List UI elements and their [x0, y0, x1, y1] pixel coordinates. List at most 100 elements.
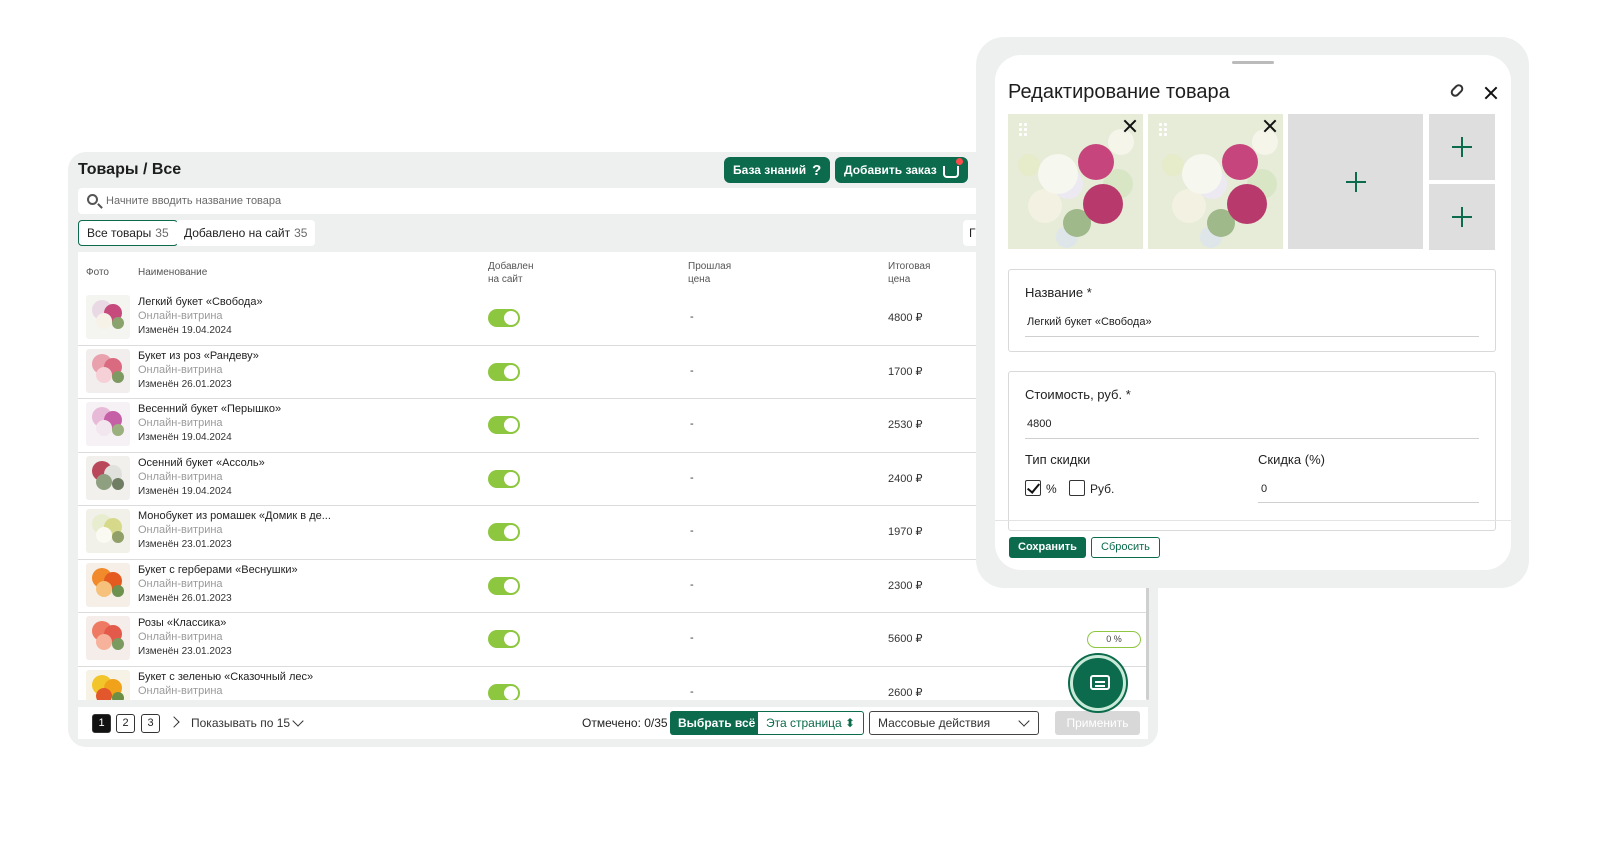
- old-price: -: [690, 578, 694, 591]
- product-modified-date: Изменён 19.04.2024: [138, 325, 232, 336]
- product-thumbnail[interactable]: [86, 669, 130, 700]
- chevron-down-icon[interactable]: [292, 715, 304, 727]
- on-site-toggle[interactable]: [488, 416, 520, 434]
- search-icon: [87, 194, 98, 205]
- close-icon[interactable]: [1262, 118, 1278, 134]
- filter-count: 35: [294, 226, 308, 240]
- per-page-select[interactable]: Показывать по 15: [191, 716, 290, 730]
- column-header-added-line1: Добавлен: [488, 261, 534, 272]
- product-name[interactable]: Букет из роз «Рандеву»: [138, 350, 259, 362]
- plus-icon: [1452, 137, 1472, 157]
- product-name[interactable]: Весенний букет «Перышко»: [138, 403, 281, 415]
- name-label: Название *: [1025, 285, 1092, 300]
- table-scrollbar[interactable]: [1146, 580, 1149, 700]
- column-header-added-line2: на сайт: [488, 274, 523, 285]
- on-site-toggle[interactable]: [488, 362, 520, 381]
- column-header-name: Наименование: [138, 267, 208, 278]
- drag-handle-icon[interactable]: [1158, 122, 1168, 136]
- filter-added-to-site[interactable]: Добавлено на сайт 35: [176, 220, 316, 246]
- plus-icon: [1345, 171, 1366, 192]
- photo-flower: [1018, 154, 1040, 176]
- product-name[interactable]: Осенний букет «Ассоль»: [138, 457, 265, 469]
- product-thumbnail[interactable]: [86, 348, 130, 393]
- product-name[interactable]: Монобукет из ромашек «Домик в де...: [138, 510, 331, 522]
- product-thumbnail[interactable]: [86, 616, 130, 660]
- product-modified-date: Изменён 23.01.2023: [138, 646, 232, 657]
- filter-count: 35: [155, 226, 169, 240]
- column-header-photo: Фото: [86, 267, 109, 278]
- product-showcase: Онлайн-витрина: [138, 524, 223, 536]
- filter-all-products[interactable]: Все товары 35: [78, 220, 178, 246]
- discount-field[interactable]: 0: [1261, 483, 1267, 495]
- name-field[interactable]: Легкий букет «Свобода»: [1027, 316, 1152, 328]
- product-thumbnail[interactable]: [86, 402, 130, 446]
- on-site-toggle[interactable]: [488, 576, 520, 595]
- discount-badge[interactable]: 0 %: [1087, 631, 1141, 648]
- close-icon[interactable]: [1122, 118, 1138, 134]
- search-input[interactable]: [106, 188, 1006, 214]
- product-showcase: Онлайн-витрина: [138, 417, 223, 429]
- discount-percent-checkbox[interactable]: [1025, 480, 1041, 496]
- discount-field-underline: [1258, 502, 1479, 503]
- add-photo-button-small[interactable]: [1429, 114, 1495, 180]
- filter-label: Добавлено на сайт: [184, 226, 291, 240]
- photo-flower: [1028, 189, 1062, 223]
- product-name[interactable]: Легкий букет «Свобода»: [138, 296, 263, 308]
- product-name[interactable]: Букет с герберами «Веснушки»: [138, 564, 298, 576]
- discount-type-label: Тип скидки: [1025, 452, 1091, 467]
- on-site-toggle[interactable]: [488, 469, 520, 488]
- card-drag-handle[interactable]: [1232, 61, 1274, 64]
- product-photo-1[interactable]: [1008, 114, 1143, 249]
- product-thumbnail[interactable]: [86, 455, 130, 500]
- old-price: -: [690, 311, 694, 323]
- select-all-button[interactable]: Выбрать всё: [670, 711, 764, 735]
- product-name[interactable]: Розы «Классика»: [138, 617, 226, 629]
- table-row[interactable]: Букет с зеленью «Сказочный лес» Онлайн-ви…: [78, 667, 1148, 700]
- on-site-toggle[interactable]: [488, 630, 520, 648]
- discount-rub-checkbox[interactable]: [1069, 480, 1085, 496]
- discount-percent-label: %: [1046, 482, 1057, 496]
- on-site-toggle[interactable]: [488, 523, 520, 541]
- mass-actions-select[interactable]: Массовые действия: [869, 711, 1039, 735]
- product-name[interactable]: Букет с зеленью «Сказочный лес»: [138, 671, 313, 683]
- add-photo-button-small[interactable]: [1429, 184, 1495, 250]
- page-title: Товары / Все: [78, 161, 182, 178]
- drag-handle-icon[interactable]: [1018, 122, 1028, 136]
- discount-label: Скидка (%): [1258, 452, 1325, 467]
- save-button[interactable]: Сохранить: [1009, 537, 1086, 558]
- chevron-right-icon[interactable]: [168, 716, 180, 728]
- add-photo-button[interactable]: [1288, 114, 1423, 249]
- final-price: 2530 ₽: [888, 419, 923, 431]
- page-button-2[interactable]: 2: [116, 714, 135, 733]
- column-header-added: Добавлен на сайт: [488, 260, 534, 286]
- apply-button[interactable]: Применить: [1055, 711, 1140, 735]
- add-order-button[interactable]: Добавить заказ: [835, 157, 968, 183]
- link-icon[interactable]: [1448, 82, 1466, 99]
- table-row[interactable]: Розы «Классика» Онлайн-витрина Изменён 23.…: [78, 613, 1148, 667]
- photo-flower: [1162, 154, 1184, 176]
- product-thumbnail[interactable]: [86, 562, 130, 607]
- final-price: 1970 ₽: [888, 526, 923, 538]
- name-field-underline: [1025, 336, 1479, 337]
- product-thumbnail[interactable]: [86, 295, 130, 339]
- page-button-3[interactable]: 3: [141, 714, 160, 733]
- product-thumbnail[interactable]: [86, 509, 130, 553]
- column-header-old-price: Прошлая цена: [688, 260, 731, 286]
- reset-button[interactable]: Сбросить: [1091, 537, 1160, 558]
- price-field[interactable]: 4800: [1027, 418, 1051, 430]
- chat-button[interactable]: [1070, 655, 1126, 711]
- app-root: Товары / Все База знаний ? Добавить зака…: [0, 0, 1600, 860]
- column-header-final-price: Итоговая цена: [888, 260, 930, 286]
- page-button-1[interactable]: 1: [92, 714, 111, 733]
- old-price: -: [690, 685, 694, 698]
- this-page-select[interactable]: Эта страница ⬍: [757, 711, 865, 735]
- on-site-toggle[interactable]: [488, 683, 520, 700]
- final-price: 1700 ₽: [888, 365, 923, 378]
- on-site-toggle[interactable]: [488, 309, 520, 327]
- photo-flower: [1172, 189, 1206, 223]
- close-icon[interactable]: [1483, 85, 1499, 101]
- old-price: -: [690, 418, 694, 430]
- product-photo-2[interactable]: [1148, 114, 1283, 249]
- discount-rub-label: Руб.: [1090, 482, 1115, 496]
- knowledge-base-button[interactable]: База знаний ?: [724, 157, 831, 183]
